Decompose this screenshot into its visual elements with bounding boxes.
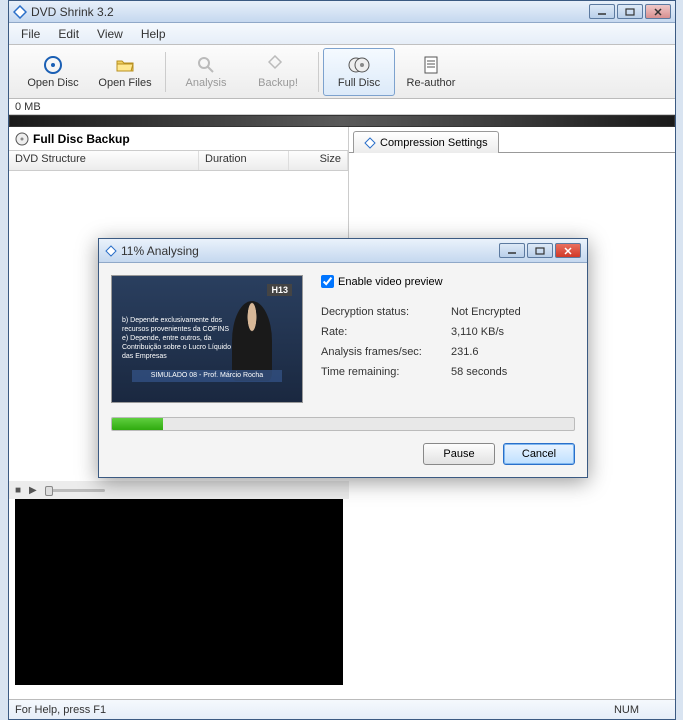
dialog-body: H13 b) Depende exclusivamente dos recurs… [99, 263, 587, 477]
slider-thumb[interactable] [45, 486, 53, 496]
status-num: NUM [614, 704, 669, 716]
preview-badge: H13 [267, 284, 292, 296]
dialog-buttons: Pause Cancel [111, 443, 575, 465]
info-column: Enable video preview Decryption status:N… [321, 275, 575, 403]
tab-row: Compression Settings [349, 127, 675, 153]
rate-label: Rate: [321, 326, 451, 338]
dialog-close-button[interactable] [555, 243, 581, 258]
decryption-value: Not Encrypted [451, 306, 521, 318]
stop-button[interactable]: ■ [15, 485, 21, 496]
menu-edit[interactable]: Edit [50, 25, 87, 43]
menu-help[interactable]: Help [133, 25, 174, 43]
full-disc-button[interactable]: Full Disc [323, 48, 395, 96]
dialog-maximize-button[interactable] [527, 243, 553, 258]
dialog-title: 11% Analysing [121, 244, 199, 258]
frames-value: 231.6 [451, 346, 479, 358]
col-duration[interactable]: Duration [199, 151, 289, 170]
backup-icon [268, 55, 288, 75]
analysing-dialog: 11% Analysing H13 b) Depende exclusivame… [98, 238, 588, 478]
maximize-button[interactable] [617, 4, 643, 19]
cancel-button[interactable]: Cancel [503, 443, 575, 465]
left-pane-title: Full Disc Backup [33, 132, 130, 146]
video-preview-main [15, 499, 343, 685]
seek-slider[interactable] [45, 489, 105, 492]
menu-view[interactable]: View [89, 25, 131, 43]
enable-preview-label: Enable video preview [338, 276, 443, 288]
dialog-minimize-button[interactable] [499, 243, 525, 258]
video-preview-thumbnail: H13 b) Depende exclusivamente dos recurs… [111, 275, 303, 403]
window-controls [589, 4, 671, 19]
menubar: File Edit View Help [9, 23, 675, 45]
preview-strip: SIMULADO 08 - Prof. Márcio Rocha [132, 370, 282, 382]
menu-file[interactable]: File [13, 25, 48, 43]
left-pane-header: Full Disc Backup [9, 127, 348, 151]
size-bar [9, 115, 675, 127]
disc-small-icon [15, 132, 29, 146]
list-header: DVD Structure Duration Size [9, 151, 348, 171]
col-size[interactable]: Size [289, 151, 348, 170]
diamond-icon [364, 137, 376, 149]
analysis-button: Analysis [170, 48, 242, 96]
enable-preview-checkbox[interactable] [321, 275, 334, 288]
minimize-button[interactable] [589, 4, 615, 19]
status-help: For Help, press F1 [15, 704, 614, 716]
player-controls: ■ ▶ [9, 481, 349, 499]
play-button[interactable]: ▶ [29, 485, 37, 496]
tab-compression-label: Compression Settings [380, 137, 488, 149]
toolbar-separator [165, 52, 166, 92]
dialog-controls [499, 243, 581, 258]
size-indicator: 0 MB [9, 99, 675, 115]
time-value: 58 seconds [451, 366, 507, 378]
discs-icon [348, 55, 370, 75]
progress-fill [112, 418, 163, 430]
document-icon [422, 55, 440, 75]
tab-compression[interactable]: Compression Settings [353, 131, 499, 153]
toolbar: Open Disc Open Files Analysis Backup! Fu… [9, 45, 675, 99]
enable-preview-row[interactable]: Enable video preview [321, 275, 575, 288]
open-files-button[interactable]: Open Files [89, 48, 161, 96]
folder-open-icon [115, 55, 135, 75]
titlebar: DVD Shrink 3.2 [9, 1, 675, 23]
statusbar: For Help, press F1 NUM [9, 699, 675, 719]
backup-button: Backup! [242, 48, 314, 96]
toolbar-separator [318, 52, 319, 92]
close-button[interactable] [645, 4, 671, 19]
player-area: ■ ▶ [9, 481, 349, 685]
decryption-label: Decryption status: [321, 306, 451, 318]
time-label: Time remaining: [321, 366, 451, 378]
disc-icon [43, 55, 63, 75]
open-disc-button[interactable]: Open Disc [17, 48, 89, 96]
preview-figure [232, 301, 272, 381]
frames-label: Analysis frames/sec: [321, 346, 451, 358]
diamond-icon [105, 245, 117, 257]
size-label: 0 MB [15, 101, 41, 113]
progress-bar [111, 417, 575, 431]
magnifier-icon [196, 55, 216, 75]
col-structure[interactable]: DVD Structure [9, 151, 199, 170]
app-icon [13, 5, 27, 19]
preview-text: b) Depende exclusivamente dos recursos p… [122, 316, 232, 361]
rate-value: 3,110 KB/s [451, 326, 504, 338]
pause-button[interactable]: Pause [423, 443, 495, 465]
window-title: DVD Shrink 3.2 [31, 5, 589, 19]
dialog-titlebar[interactable]: 11% Analysing [99, 239, 587, 263]
re-author-button[interactable]: Re-author [395, 48, 467, 96]
